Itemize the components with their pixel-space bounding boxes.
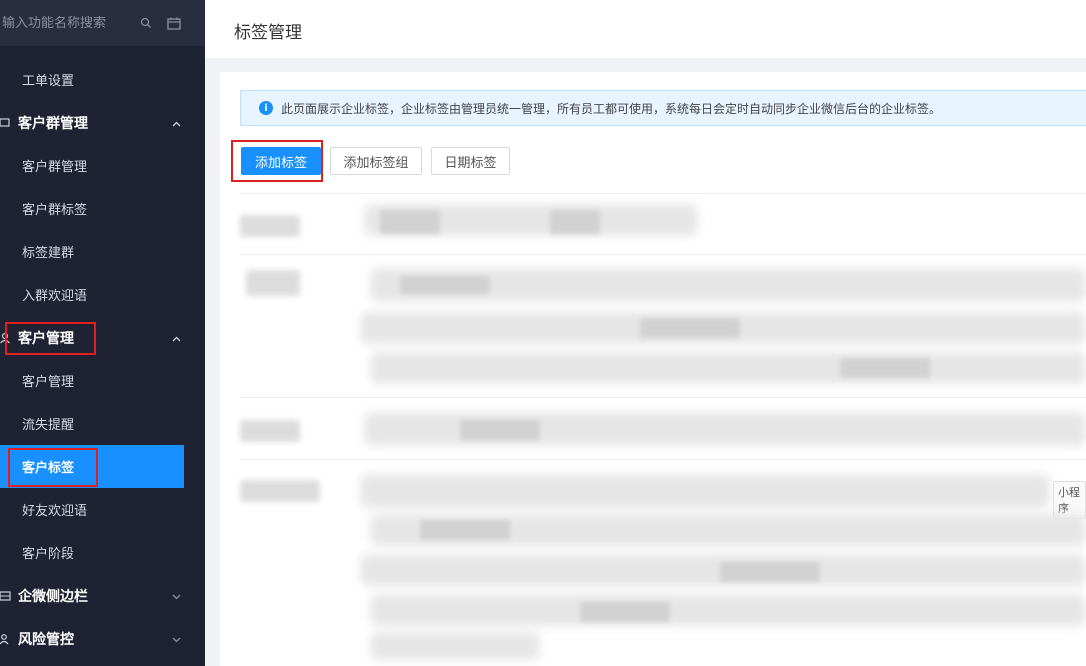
sidebar-item-customer-stage[interactable]: 客户阶段 (0, 531, 205, 574)
sidebar-item-customer-group-tags[interactable]: 客户群标签 (0, 187, 205, 230)
sidebar-panel-icon (0, 588, 14, 604)
blurred-group-name (240, 480, 320, 502)
notice-text: 此页面展示企业标签，企业标签由管理员统一管理，所有员工都可使用，系统每日会定时自… (281, 101, 942, 116)
info-icon: i (259, 101, 273, 115)
row-divider (240, 254, 1086, 255)
blurred-tag (380, 210, 440, 234)
chat-group-icon (0, 115, 14, 131)
chevron-down-icon (172, 631, 181, 647)
sidebar-item-customer-tags[interactable]: 客户标签 (0, 445, 184, 488)
blurred-group-name (246, 270, 300, 296)
sidebar-item-group-welcome[interactable]: 入群欢迎语 (0, 273, 205, 316)
blurred-tag-list (370, 594, 1086, 626)
sidebar: 工单设置 客户群管理 客户群管理 客户群标签 标签建群 入群欢迎语 客户管理 客… (0, 0, 205, 666)
row-divider (240, 459, 1086, 460)
add-tag-group-button[interactable]: 添加标签组 (330, 147, 422, 175)
notice-banner: i 此页面展示企业标签，企业标签由管理员统一管理，所有员工都可使用，系统每日会定… (240, 90, 1086, 126)
blurred-tag (420, 520, 510, 540)
main-card: i 此页面展示企业标签，企业标签由管理员统一管理，所有员工都可使用，系统每日会定… (220, 72, 1086, 666)
sidebar-item-churn-reminder[interactable]: 流失提醒 (0, 402, 205, 445)
chevron-down-icon (172, 588, 181, 604)
calendar-icon[interactable] (166, 15, 182, 31)
page-title: 标签管理 (234, 23, 302, 43)
sidebar-item-customer-manage[interactable]: 客户管理 (0, 359, 205, 402)
user-icon (0, 330, 14, 346)
row-divider (240, 193, 1086, 194)
sidebar-item-friend-welcome[interactable]: 好友欢迎语 (0, 488, 205, 531)
blurred-tag-list (360, 474, 1050, 508)
sidebar-group-customer-group[interactable]: 客户群管理 (0, 101, 205, 144)
blurred-tag (550, 210, 600, 234)
sidebar-item-customer-group-manage[interactable]: 客户群管理 (0, 144, 205, 187)
blurred-tag (580, 602, 670, 622)
user-shield-icon (0, 631, 14, 647)
sidebar-search-bar (0, 0, 205, 46)
search-icon[interactable] (138, 15, 154, 31)
row-divider (240, 397, 1086, 398)
chevron-up-icon (172, 330, 181, 346)
date-tag-button[interactable]: 日期标签 (431, 147, 510, 175)
blurred-tag (460, 420, 540, 440)
page-header: 标签管理 (205, 0, 1086, 58)
blurred-group-name (240, 420, 300, 442)
sidebar-item-tag-group-build[interactable]: 标签建群 (0, 230, 205, 273)
sidebar-group-customer-manage[interactable]: 客户管理 (0, 316, 205, 359)
blurred-tag (840, 358, 930, 378)
sidebar-item-ticket-settings[interactable]: 工单设置 (0, 58, 205, 101)
blurred-tag (400, 276, 490, 294)
function-search-input[interactable] (2, 15, 132, 31)
sidebar-group-wecom-sidebar[interactable]: 企微侧边栏 (0, 574, 205, 617)
sidebar-group-risk-control[interactable]: 风险管控 (0, 617, 205, 660)
blurred-group-name (240, 215, 300, 237)
blurred-tag-list (370, 632, 540, 660)
blurred-tag (640, 318, 740, 338)
blurred-tag (720, 562, 820, 582)
blurred-tag-list (370, 352, 1086, 384)
add-tag-button[interactable]: 添加标签 (241, 147, 321, 175)
chevron-up-icon (172, 115, 181, 131)
